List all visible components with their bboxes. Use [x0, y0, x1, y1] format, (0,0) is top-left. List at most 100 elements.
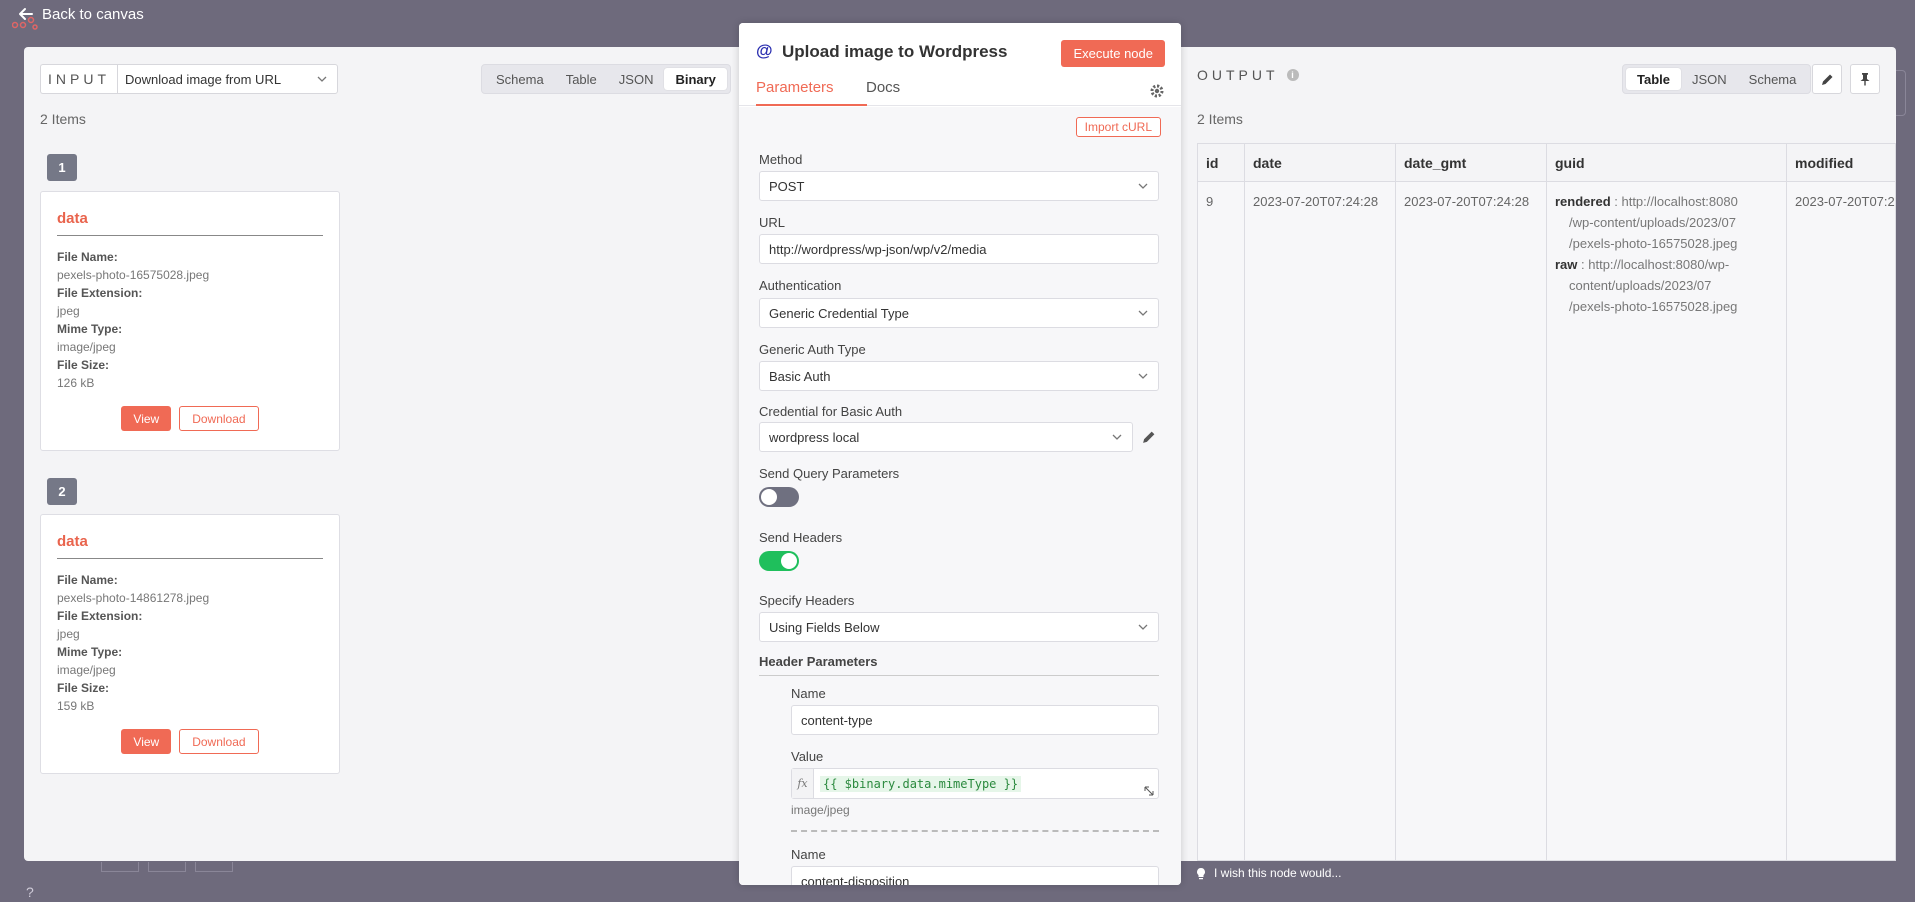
- send-query-toggle[interactable]: [759, 487, 799, 507]
- input-panel-title: INPUT: [40, 64, 117, 94]
- input-view-schema[interactable]: Schema: [485, 68, 555, 90]
- binary-data-card: data File Name: pexels-photo-16575028.jp…: [40, 191, 340, 451]
- tab-parameters[interactable]: Parameters: [756, 79, 867, 106]
- view-binary-button[interactable]: View: [121, 729, 172, 754]
- authentication-label: Authentication: [759, 278, 842, 293]
- toggle-knob: [781, 553, 797, 569]
- guid-rendered-value-cont: /wp-content/uploads/2023/07: [1569, 215, 1736, 230]
- expand-expression-icon[interactable]: [1144, 786, 1154, 796]
- mime-type-label: Mime Type:: [57, 645, 123, 659]
- file-name-label: File Name:: [57, 573, 118, 587]
- input-source-value: Download image from URL: [125, 71, 282, 87]
- n8n-logo-icon: [11, 16, 38, 33]
- download-binary-button[interactable]: Download: [179, 406, 259, 431]
- header-value-result: image/jpeg: [791, 803, 850, 817]
- guid-raw-value: : http://localhost:8080/wp-: [1577, 257, 1730, 272]
- output-view-schema[interactable]: Schema: [1738, 68, 1808, 90]
- chevron-down-icon: [1138, 310, 1148, 316]
- file-extension-value: jpeg: [57, 304, 80, 318]
- execute-node-button[interactable]: Execute node: [1061, 40, 1165, 67]
- node-parameters-panel: @ Upload image to Wordpress Execute node…: [739, 23, 1181, 885]
- mime-type-value: image/jpeg: [57, 663, 116, 677]
- feedback-text: I wish this node would...: [1214, 866, 1342, 880]
- url-value: http://wordpress/wp-json/wp/v2/media: [769, 241, 987, 257]
- pin-output-button[interactable]: [1850, 64, 1880, 94]
- wordpress-at-icon: @: [756, 41, 773, 60]
- table-column-date: date 2023-07-20T07:24:28: [1245, 144, 1396, 860]
- output-panel-title: OUTPUT i: [1197, 67, 1299, 83]
- output-table: id 9 date 2023-07-20T07:24:28 date_gmt 2…: [1197, 143, 1896, 861]
- lightbulb-icon: [1197, 867, 1205, 879]
- output-view-switcher: Table JSON Schema: [1622, 64, 1812, 94]
- file-size-value: 159 kB: [57, 699, 95, 713]
- binary-data-card: data File Name: pexels-photo-14861278.jp…: [40, 514, 340, 774]
- header-value-expression-input[interactable]: fx {{ $binary.data.mimeType }}: [791, 768, 1159, 799]
- canvas-zoom-control[interactable]: [195, 862, 233, 872]
- send-headers-toggle[interactable]: [759, 551, 799, 571]
- file-name-value: pexels-photo-16575028.jpeg: [57, 268, 210, 282]
- specify-headers-select[interactable]: Using Fields Below: [759, 612, 1159, 642]
- authentication-select[interactable]: Generic Credential Type: [759, 298, 1159, 328]
- mime-type-value: image/jpeg: [57, 340, 116, 354]
- generic-auth-type-value: Basic Auth: [769, 368, 831, 384]
- feedback-link[interactable]: I wish this node would...: [1196, 866, 1341, 880]
- expression-fx-icon: fx: [792, 769, 814, 798]
- chevron-down-icon: [1138, 373, 1148, 379]
- chevron-down-icon: [1112, 434, 1122, 440]
- node-title[interactable]: Upload image to Wordpress: [782, 42, 1007, 62]
- pin-icon: [1860, 73, 1870, 86]
- edit-output-button[interactable]: [1812, 64, 1842, 94]
- info-icon[interactable]: i: [1286, 69, 1299, 81]
- input-view-table[interactable]: Table: [555, 68, 608, 90]
- output-view-json[interactable]: JSON: [1681, 68, 1738, 90]
- specify-headers-value: Using Fields Below: [769, 619, 880, 635]
- method-select[interactable]: POST: [759, 171, 1159, 201]
- header-separator: [791, 830, 1159, 832]
- tab-docs[interactable]: Docs: [866, 79, 900, 106]
- header-value-expression: {{ $binary.data.mimeType }}: [820, 775, 1022, 792]
- view-binary-button[interactable]: View: [121, 406, 172, 431]
- gear-icon[interactable]: [1149, 83, 1165, 99]
- guid-raw-value-cont: /pexels-photo-16575028.jpeg: [1569, 299, 1738, 314]
- input-view-binary[interactable]: Binary: [664, 68, 727, 90]
- help-icon[interactable]: ?: [26, 884, 34, 900]
- download-binary-button[interactable]: Download: [179, 729, 259, 754]
- output-view-table[interactable]: Table: [1626, 68, 1681, 90]
- column-header-modified: modified: [1787, 144, 1895, 182]
- header-name-input[interactable]: content-disposition: [791, 866, 1159, 885]
- input-view-json[interactable]: JSON: [608, 68, 665, 90]
- column-header-id: id: [1198, 144, 1244, 182]
- guid-rendered-value: : http://localhost:8080: [1610, 194, 1738, 209]
- file-size-label: File Size:: [57, 358, 110, 372]
- file-name-value: pexels-photo-14861278.jpeg: [57, 591, 210, 605]
- input-source-select[interactable]: Download image from URL: [117, 64, 338, 94]
- file-extension-label: File Extension:: [57, 286, 143, 300]
- binary-property-name: data: [57, 533, 323, 559]
- guid-rendered-key: rendered: [1555, 194, 1611, 209]
- header-name-value: content-type: [801, 712, 873, 728]
- edit-credential-pencil-icon[interactable]: [1142, 430, 1156, 444]
- specify-headers-label: Specify Headers: [759, 593, 855, 608]
- column-header-guid: guid: [1547, 144, 1786, 182]
- import-curl-button[interactable]: Import cURL: [1075, 117, 1161, 137]
- header-name-input[interactable]: content-type: [791, 705, 1159, 735]
- output-items-count: 2 Items: [1197, 111, 1243, 127]
- mime-type-label: Mime Type:: [57, 322, 123, 336]
- back-to-canvas-label: Back to canvas: [42, 5, 144, 23]
- generic-auth-type-select[interactable]: Basic Auth: [759, 361, 1159, 391]
- file-extension-label: File Extension:: [57, 609, 143, 623]
- canvas-zoom-control[interactable]: [148, 862, 186, 872]
- file-extension-value: jpeg: [57, 627, 80, 641]
- url-input[interactable]: http://wordpress/wp-json/wp/v2/media: [759, 234, 1159, 264]
- item-index-badge: 1: [47, 154, 77, 181]
- column-header-date-gmt: date_gmt: [1396, 144, 1546, 182]
- cell-date-gmt: 2023-07-20T07:24:28: [1404, 194, 1530, 209]
- file-size-label: File Size:: [57, 681, 110, 695]
- credential-select[interactable]: wordpress local: [759, 422, 1133, 452]
- output-title-label: OUTPUT: [1197, 67, 1279, 83]
- cell-id: 9: [1206, 194, 1214, 209]
- item-index-badge: 2: [47, 478, 77, 505]
- canvas-zoom-control[interactable]: [101, 862, 139, 872]
- url-label: URL: [759, 215, 786, 230]
- header-parameters-title: Header Parameters: [759, 654, 1159, 676]
